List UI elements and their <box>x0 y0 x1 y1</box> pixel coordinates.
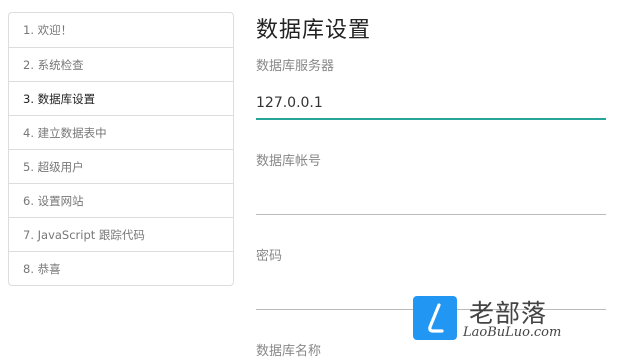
step-tracking-code[interactable]: 7. JavaScript 跟踪代码 <box>9 217 233 251</box>
step-setup-website[interactable]: 6. 设置网站 <box>9 183 233 217</box>
db-user-input[interactable] <box>256 183 606 215</box>
db-user-label: 数据库帐号 <box>256 154 322 169</box>
watermark-brand-en: LaoBuLuo.com <box>463 325 562 340</box>
step-create-tables[interactable]: 4. 建立数据表中 <box>9 115 233 149</box>
step-database-setup[interactable]: 3. 数据库设置 <box>9 81 233 115</box>
db-name-field: 数据库名称 <box>256 343 606 361</box>
page-title: 数据库设置 <box>256 18 372 43</box>
watermark: 老部落 LaoBuLuo.com <box>413 296 613 342</box>
watermark-logo-icon <box>413 296 457 340</box>
db-server-input[interactable] <box>256 88 606 120</box>
step-welcome[interactable]: 1. 欢迎！ <box>9 13 233 47</box>
step-super-user[interactable]: 5. 超级用户 <box>9 149 233 183</box>
step-congratulations[interactable]: 8. 恭喜 <box>9 251 233 285</box>
step-system-check[interactable]: 2. 系统检查 <box>9 47 233 81</box>
db-server-label: 数据库服务器 <box>256 59 335 74</box>
db-server-field: 数据库服务器 <box>256 58 606 120</box>
install-steps-list: 1. 欢迎！ 2. 系统检查 3. 数据库设置 4. 建立数据表中 5. 超级用… <box>8 12 234 286</box>
db-user-field: 数据库帐号 <box>256 153 606 215</box>
db-name-label: 数据库名称 <box>256 344 322 359</box>
db-password-label: 密码 <box>256 249 283 264</box>
